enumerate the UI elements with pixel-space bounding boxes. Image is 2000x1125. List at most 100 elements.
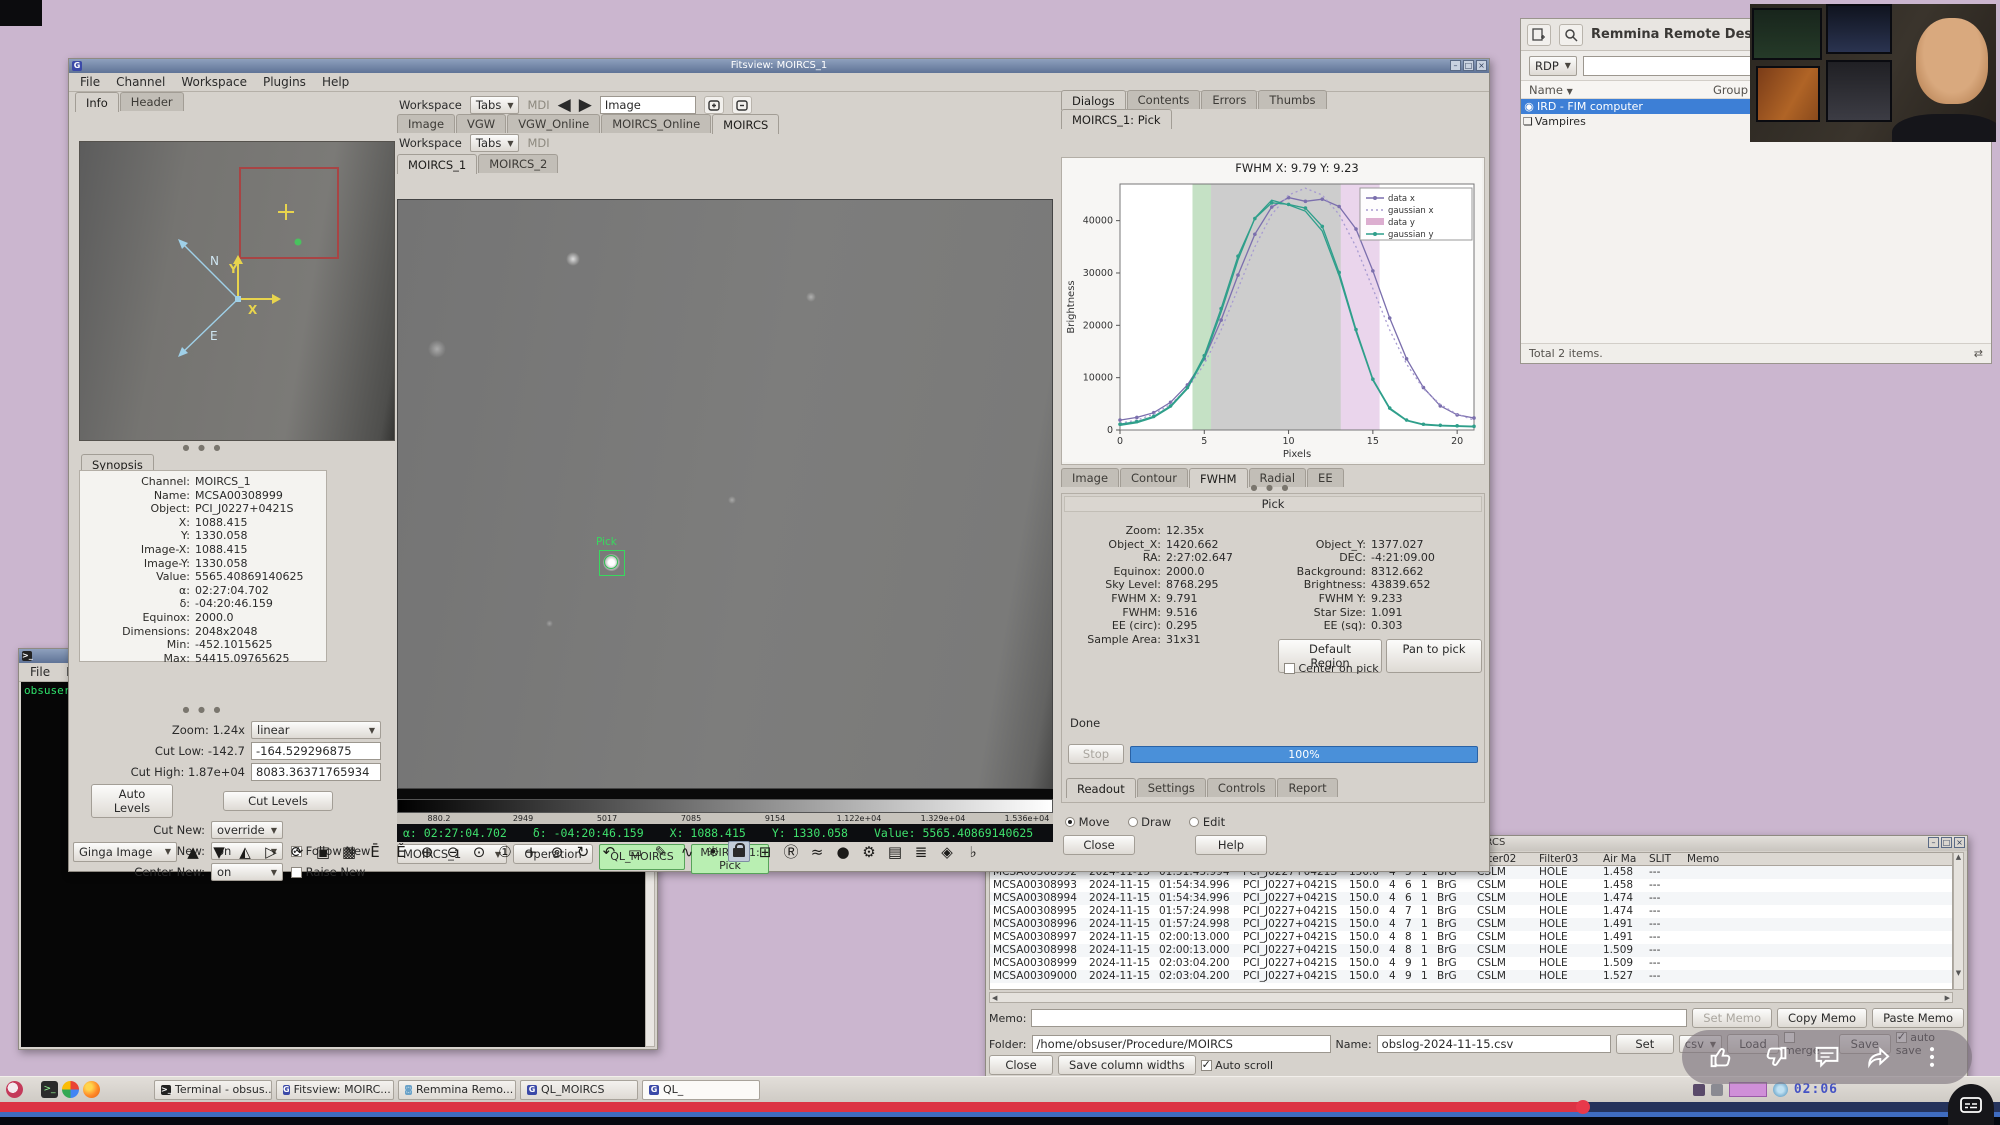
prev-channel-icon[interactable]: ◀ <box>558 95 571 115</box>
expand-y-icon[interactable]: Ě <box>390 843 412 861</box>
captions-button[interactable] <box>1948 1084 1994 1125</box>
center-on-pick-checkbox[interactable] <box>1284 663 1295 674</box>
zoom-one-icon[interactable]: ① <box>494 843 516 861</box>
obslog-vertical-scrollbar[interactable]: ▲▼ <box>1953 852 1964 990</box>
smooth-wave-icon[interactable]: ≈ <box>806 843 828 861</box>
table-row[interactable]: MCSA003089972024-11-1502:00:13.000PCI_J0… <box>990 931 1952 944</box>
image-viewer[interactable]: Pick <box>397 199 1053 789</box>
copy-memo-button[interactable]: Copy Memo <box>1777 1008 1867 1028</box>
debian-menu-icon[interactable] <box>6 1081 23 1098</box>
inner-workspace-mode-select[interactable]: Tabs▼ <box>470 134 520 152</box>
tag-icon[interactable]: ◈ <box>936 843 958 861</box>
channel-tab-moircs[interactable]: MOIRCS <box>712 114 779 134</box>
splitter-handle[interactable]: ● ● ● <box>73 443 333 452</box>
pan-up-icon[interactable]: ▲ <box>182 843 204 861</box>
new-connection-button[interactable] <box>1527 24 1551 46</box>
taskbar-item-ql[interactable]: GQL_ <box>642 1080 760 1100</box>
stretch-select[interactable]: linear▼ <box>251 721 381 739</box>
scroll-right-icon[interactable]: ▶ <box>1945 994 1950 1002</box>
menu-help[interactable]: Help <box>315 74 356 90</box>
center-new-select[interactable]: on▼ <box>211 863 283 881</box>
draw-pen-icon[interactable]: ✎ <box>650 843 672 861</box>
layers-icon[interactable]: ≣ <box>910 843 932 861</box>
pick-marker[interactable] <box>599 550 625 576</box>
search-button[interactable] <box>1559 24 1583 46</box>
taskbar-item-remmina-remo[interactable]: ◌Remmina Remo... <box>398 1080 516 1100</box>
minimize-icon[interactable]: – <box>1450 60 1461 71</box>
dock-tab-dialogs[interactable]: Dialogs <box>1061 90 1126 110</box>
sync-icon[interactable]: ⇄ <box>1974 347 1983 360</box>
zoom-fit-icon[interactable]: ▣ <box>312 843 334 861</box>
next-channel-icon[interactable]: ▶ <box>579 95 592 115</box>
splitter-handle[interactable]: ● ● ● <box>1059 483 1483 492</box>
mode-option-edit[interactable]: Edit <box>1189 815 1225 829</box>
column-header[interactable]: SLIT <box>1646 853 1684 865</box>
swap-axes-icon[interactable]: ⟳ <box>286 843 308 861</box>
channel-tab-image[interactable]: Image <box>397 114 455 133</box>
pick-bottom-tab-report[interactable]: Report <box>1277 778 1337 797</box>
chrome-launcher-icon[interactable] <box>62 1081 79 1098</box>
center-image-icon[interactable]: ⊚ <box>546 843 568 861</box>
more-options-icon[interactable] <box>1919 1044 1945 1070</box>
menu-workspace[interactable]: Workspace <box>174 74 254 90</box>
terminal-launcher-icon[interactable]: >_ <box>41 1081 58 1098</box>
set-button[interactable]: Set <box>1616 1034 1674 1054</box>
video-seekbar-played[interactable] <box>0 1102 1583 1112</box>
table-row[interactable]: MCSA003089982024-11-1502:00:13.000PCI_J0… <box>990 944 1952 957</box>
table-row[interactable]: MCSA003089992024-11-1502:03:04.200PCI_J0… <box>990 957 1952 970</box>
pan-down-icon[interactable]: ▼ <box>208 843 230 861</box>
flip-y-icon[interactable]: ▷ <box>260 843 282 861</box>
zoom-in-icon[interactable]: ⊕ <box>416 843 438 861</box>
workspace-mode-select[interactable]: Tabs▼ <box>470 96 520 114</box>
cut-levels-button[interactable]: Cut Levels <box>223 791 333 811</box>
cut-high-input[interactable]: 8083.36371765934 <box>251 763 381 781</box>
settings-gear-icon[interactable]: ⚙ <box>858 843 880 861</box>
paste-memo-button[interactable]: Paste Memo <box>1872 1008 1964 1028</box>
video-seekbar-handle[interactable] <box>1576 1100 1590 1114</box>
scroll-left-icon[interactable]: ◀ <box>992 994 997 1002</box>
rotate-icon[interactable]: ↻ <box>572 843 594 861</box>
frame-tab-moircs-1[interactable]: MOIRCS_1 <box>397 154 477 174</box>
close-icon[interactable]: × <box>1954 837 1965 848</box>
channel-tab-vgw-online[interactable]: VGW_Online <box>507 114 600 133</box>
tab-header[interactable]: Header <box>120 92 184 111</box>
lock-icon[interactable] <box>728 841 750 862</box>
tray-indicator[interactable] <box>1729 1082 1767 1097</box>
splitter-handle[interactable]: ● ● ● <box>73 705 333 714</box>
toolbar-mode-select[interactable]: Ginga Image▼ <box>73 842 177 862</box>
obslog-close-button[interactable]: Close <box>989 1055 1053 1075</box>
zoom-actual-icon[interactable]: ⊙ <box>468 843 490 861</box>
radio-icon[interactable] <box>1128 817 1138 827</box>
reset-transform-icon[interactable]: ↶ <box>598 843 620 861</box>
tab-moircs1-pick[interactable]: MOIRCS_1: Pick <box>1061 109 1172 129</box>
radio-icon[interactable] <box>1065 817 1075 827</box>
thumbs-up-icon[interactable] <box>1709 1044 1735 1070</box>
table-row[interactable]: MCSA003090002024-11-1502:03:04.200PCI_J0… <box>990 970 1952 983</box>
record-icon[interactable]: Ⓡ <box>780 841 802 862</box>
grid-icon[interactable]: ⊞ <box>754 843 776 861</box>
folder-icon[interactable]: ▤ <box>884 843 906 861</box>
tray-network-icon[interactable] <box>1773 1082 1788 1097</box>
column-header[interactable]: Filter03 <box>1536 853 1600 865</box>
auto-scroll-checkbox[interactable] <box>1201 1060 1212 1071</box>
pan-tool-icon[interactable]: + <box>520 843 542 861</box>
cut-new-select[interactable]: override▼ <box>211 821 283 839</box>
firefox-launcher-icon[interactable] <box>83 1081 100 1098</box>
channel-tab-vgw[interactable]: VGW <box>456 114 506 133</box>
pick-bottom-tab-controls[interactable]: Controls <box>1207 778 1277 797</box>
channel-tab-moircs-online[interactable]: MOIRCS_Online <box>601 114 711 133</box>
share-icon[interactable] <box>1866 1044 1892 1070</box>
maximize-icon[interactable]: □ <box>1941 837 1952 848</box>
remove-channel-button[interactable] <box>732 96 752 114</box>
flip-x-icon[interactable]: ◭ <box>234 843 256 861</box>
channel-name-input[interactable]: Image <box>600 96 696 114</box>
menu-file[interactable]: File <box>73 74 107 90</box>
dock-tab-contents[interactable]: Contents <box>1127 90 1201 109</box>
comment-icon[interactable] <box>1814 1044 1840 1070</box>
mode-option-move[interactable]: Move <box>1065 815 1110 829</box>
point-icon[interactable]: ● <box>832 843 854 861</box>
tray-app-icon[interactable] <box>1693 1084 1705 1096</box>
menu-channel[interactable]: Channel <box>109 74 172 90</box>
obslog-table[interactable]: Filter02Filter03Air MaSLITMemoMCSA003089… <box>989 852 1953 990</box>
auto-levels-button[interactable]: Auto Levels <box>91 784 173 818</box>
